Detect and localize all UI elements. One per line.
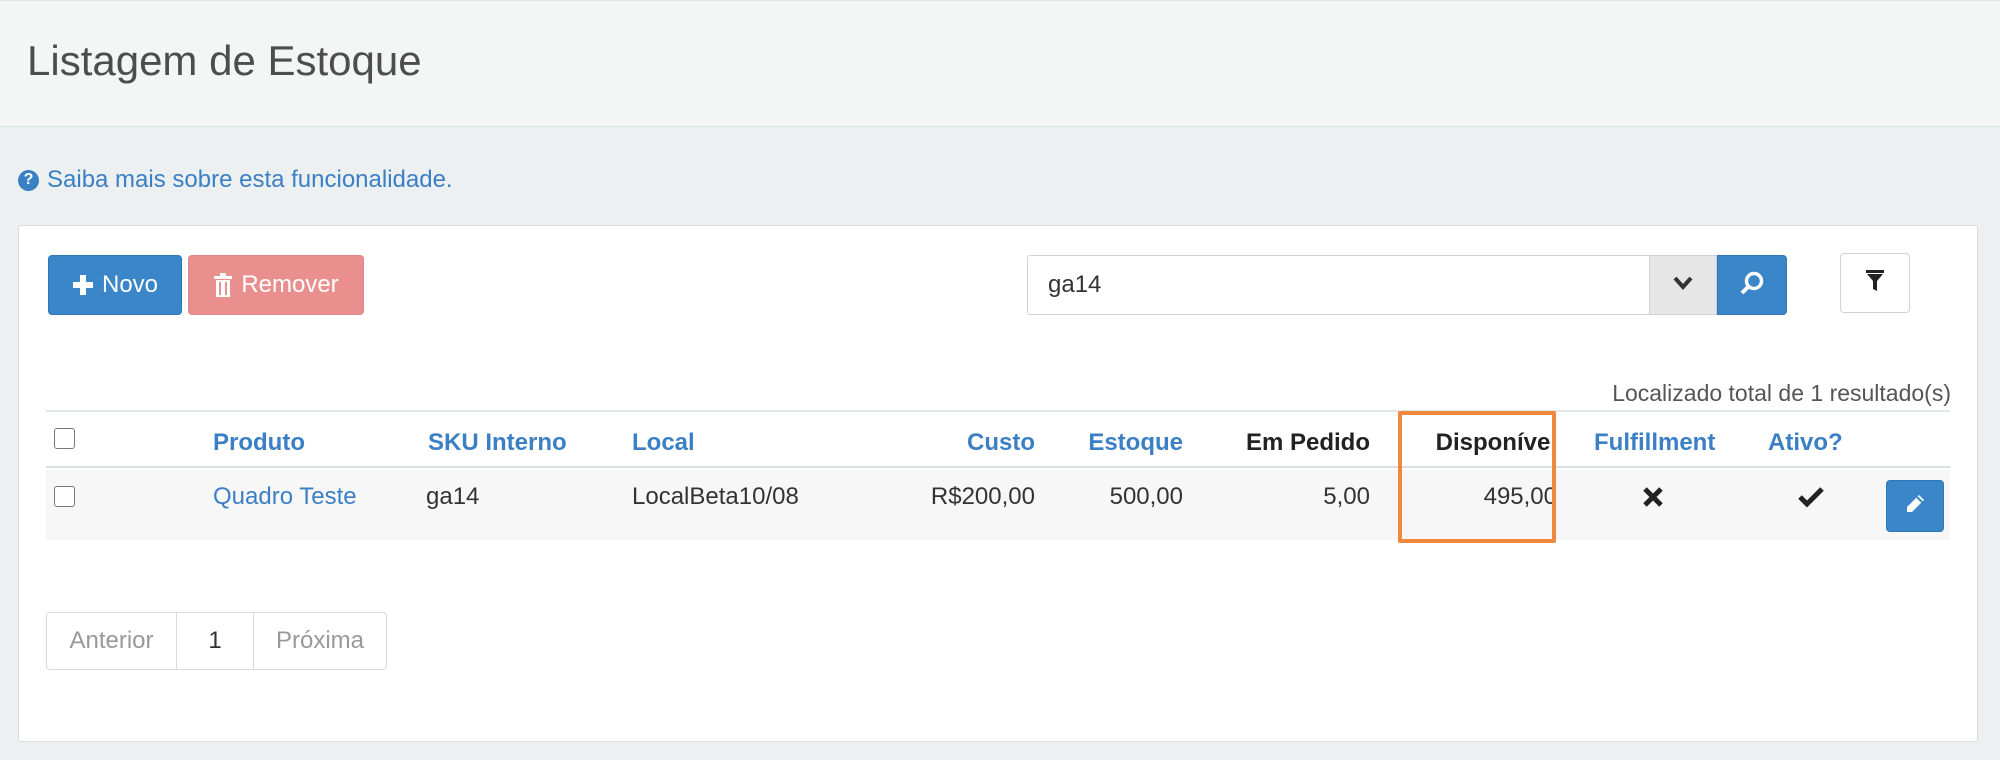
row-custo: R$200,00: [930, 483, 1035, 510]
result-count: Localizado total de 1 resultado(s): [1612, 380, 1951, 406]
pagination: Anterior 1 Próxima: [46, 612, 387, 670]
table-row: Quadro Teste ga14 LocalBeta10/08 R$200,0…: [46, 470, 1950, 540]
search-options-dropdown[interactable]: [1649, 255, 1717, 315]
pagination-prev[interactable]: Anterior: [47, 613, 177, 669]
row-em-pedido: 5,00: [1323, 483, 1370, 510]
col-header-ativo[interactable]: Ativo?: [1768, 429, 1843, 457]
filter-button[interactable]: [1840, 253, 1910, 313]
pagination-next[interactable]: Próxima: [254, 613, 386, 669]
col-header-local[interactable]: Local: [632, 429, 695, 457]
search-button[interactable]: [1717, 255, 1787, 315]
remove-button[interactable]: Remover: [188, 255, 364, 315]
table-header-row: Produto SKU Interno Local Custo Estoque …: [46, 412, 1950, 468]
help-link[interactable]: ? Saiba mais sobre esta funcionalidade.: [18, 166, 453, 194]
row-sku: ga14: [426, 483, 480, 510]
remove-button-label: Remover: [241, 271, 339, 298]
new-button[interactable]: Novo: [48, 255, 182, 315]
row-local: LocalBeta10/08: [632, 483, 799, 510]
col-header-em-pedido: Em Pedido: [1245, 429, 1370, 456]
chevron-down-icon: [1672, 275, 1694, 296]
new-button-label: Novo: [101, 271, 159, 298]
pagination-page[interactable]: 1: [177, 613, 254, 669]
page-title: Listagem de Estoque: [27, 37, 422, 84]
col-header-produto[interactable]: Produto: [213, 429, 305, 457]
check-icon: [1798, 486, 1824, 515]
col-header-custo[interactable]: Custo: [967, 429, 1035, 457]
col-header-disponivel: Disponível: [1435, 429, 1557, 456]
row-checkbox[interactable]: [54, 486, 75, 507]
filter-icon: [1865, 269, 1885, 297]
times-icon: [1642, 486, 1664, 515]
stock-panel: Novo Remover ga14 Localizado total de 1 …: [18, 225, 1978, 742]
col-header-fulfillment[interactable]: Fulfillment: [1594, 429, 1715, 457]
search-icon: [1739, 270, 1765, 301]
col-header-sku[interactable]: SKU Interno: [428, 429, 567, 457]
col-header-estoque[interactable]: Estoque: [1088, 429, 1183, 457]
pencil-icon: [1904, 493, 1926, 520]
help-link-text: Saiba mais sobre esta funcionalidade.: [47, 166, 453, 193]
edit-button[interactable]: [1886, 480, 1944, 532]
select-all-checkbox[interactable]: [54, 428, 75, 449]
row-disponivel: 495,00: [1483, 483, 1557, 510]
question-circle-icon: ?: [18, 169, 39, 191]
trash-icon: [213, 273, 233, 297]
row-estoque: 500,00: [1109, 483, 1183, 510]
page-header: Listagem de Estoque: [0, 0, 2000, 127]
row-produto[interactable]: Quadro Teste: [213, 483, 357, 511]
plus-icon: [72, 274, 94, 296]
search-input-value: ga14: [1048, 271, 1102, 298]
search-input[interactable]: ga14: [1027, 255, 1649, 315]
